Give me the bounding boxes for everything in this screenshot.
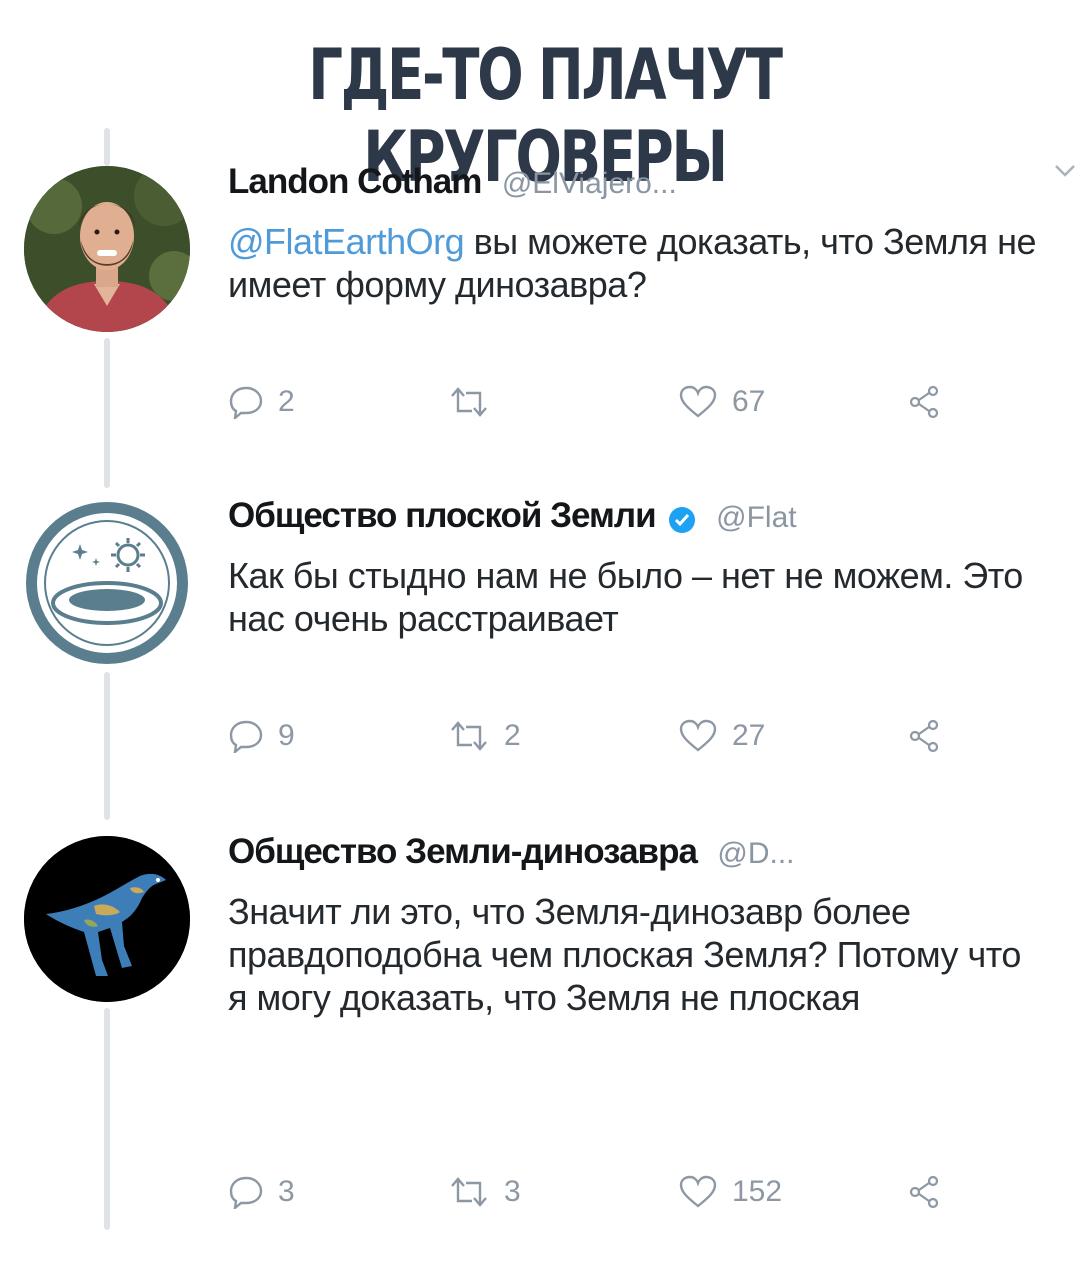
retweet-icon <box>451 721 487 751</box>
thread-line <box>104 128 110 166</box>
author-handle[interactable]: @ElViajero... <box>502 167 677 200</box>
share-button[interactable] <box>908 382 940 422</box>
tweet-text: Значит ли это, что Земля-динозавр более … <box>228 891 1021 1018</box>
tweet[interactable]: Landon Cotham @ElViajero... @FlatEarthOr… <box>228 162 1075 419</box>
like-button[interactable]: 152 <box>678 1172 782 1212</box>
reply-count: 3 <box>278 1175 295 1208</box>
thread-line <box>104 1008 110 1230</box>
reply-icon <box>229 720 263 753</box>
avatar-photo-man <box>24 166 190 332</box>
chevron-down-icon[interactable] <box>1054 164 1076 183</box>
author-name[interactable]: Landon Cotham <box>228 162 482 201</box>
avatar[interactable] <box>24 166 190 332</box>
share-icon <box>909 385 939 419</box>
mention-link[interactable]: @FlatEarthOrg <box>228 221 465 262</box>
tweet-actions: 3 3 152 <box>228 1172 968 1212</box>
tweet-text: Как бы стыдно нам не было – нет не можем… <box>228 555 1023 639</box>
like-button[interactable]: 67 <box>678 382 765 422</box>
author-name[interactable]: Общество Земли-динозавра <box>228 832 698 871</box>
reply-button[interactable]: 9 <box>228 716 295 756</box>
tweet[interactable]: Общество плоской Земли @Flat Как бы стыд… <box>228 496 1048 753</box>
thread-line <box>104 338 110 488</box>
dinosaur-earth-avatar <box>24 836 190 1002</box>
retweet-icon <box>451 1177 487 1207</box>
tweet-header: Общество плоской Земли @Flat <box>228 496 1048 540</box>
verified-badge-icon <box>668 506 696 539</box>
tweet-header: Landon Cotham @ElViajero... <box>228 162 1075 206</box>
tweet[interactable]: Общество Земли-динозавра @D... Значит ли… <box>228 832 1048 1209</box>
share-button[interactable] <box>908 716 940 756</box>
heart-icon <box>679 1175 717 1208</box>
heart-icon <box>679 385 717 418</box>
avatar[interactable] <box>24 836 190 1002</box>
tweet-header: Общество Земли-динозавра @D... <box>228 832 1048 876</box>
author-name[interactable]: Общество плоской Земли <box>228 496 657 535</box>
thread-line <box>104 672 110 820</box>
retweet-icon <box>451 387 487 417</box>
reply-count: 2 <box>278 385 295 418</box>
share-icon <box>909 1175 939 1209</box>
retweet-count: 2 <box>504 719 521 752</box>
like-count: 27 <box>732 719 766 752</box>
flat-earth-logo <box>26 502 188 664</box>
avatar[interactable] <box>24 500 190 666</box>
reply-icon <box>229 1176 263 1209</box>
reply-button[interactable]: 3 <box>228 1172 295 1212</box>
tweet-actions: 2 67 <box>228 382 968 422</box>
retweet-button[interactable] <box>448 382 504 422</box>
author-handle[interactable]: @Flat <box>716 501 796 534</box>
like-count: 152 <box>732 1175 783 1208</box>
retweet-button[interactable]: 3 <box>448 1172 521 1212</box>
tweet-actions: 9 2 27 <box>228 716 968 756</box>
reply-count: 9 <box>278 719 295 752</box>
reply-icon <box>229 386 263 419</box>
like-button[interactable]: 27 <box>678 716 765 756</box>
tweet-text: @FlatEarthOrg вы можете доказать, что Зе… <box>228 220 1048 306</box>
share-icon <box>909 719 939 753</box>
retweet-count: 3 <box>504 1175 521 1208</box>
author-handle[interactable]: @D... <box>717 837 794 870</box>
retweet-button[interactable]: 2 <box>448 716 521 756</box>
reply-button[interactable]: 2 <box>228 382 295 422</box>
share-button[interactable] <box>908 1172 940 1212</box>
heart-icon <box>679 719 717 752</box>
like-count: 67 <box>732 385 766 418</box>
